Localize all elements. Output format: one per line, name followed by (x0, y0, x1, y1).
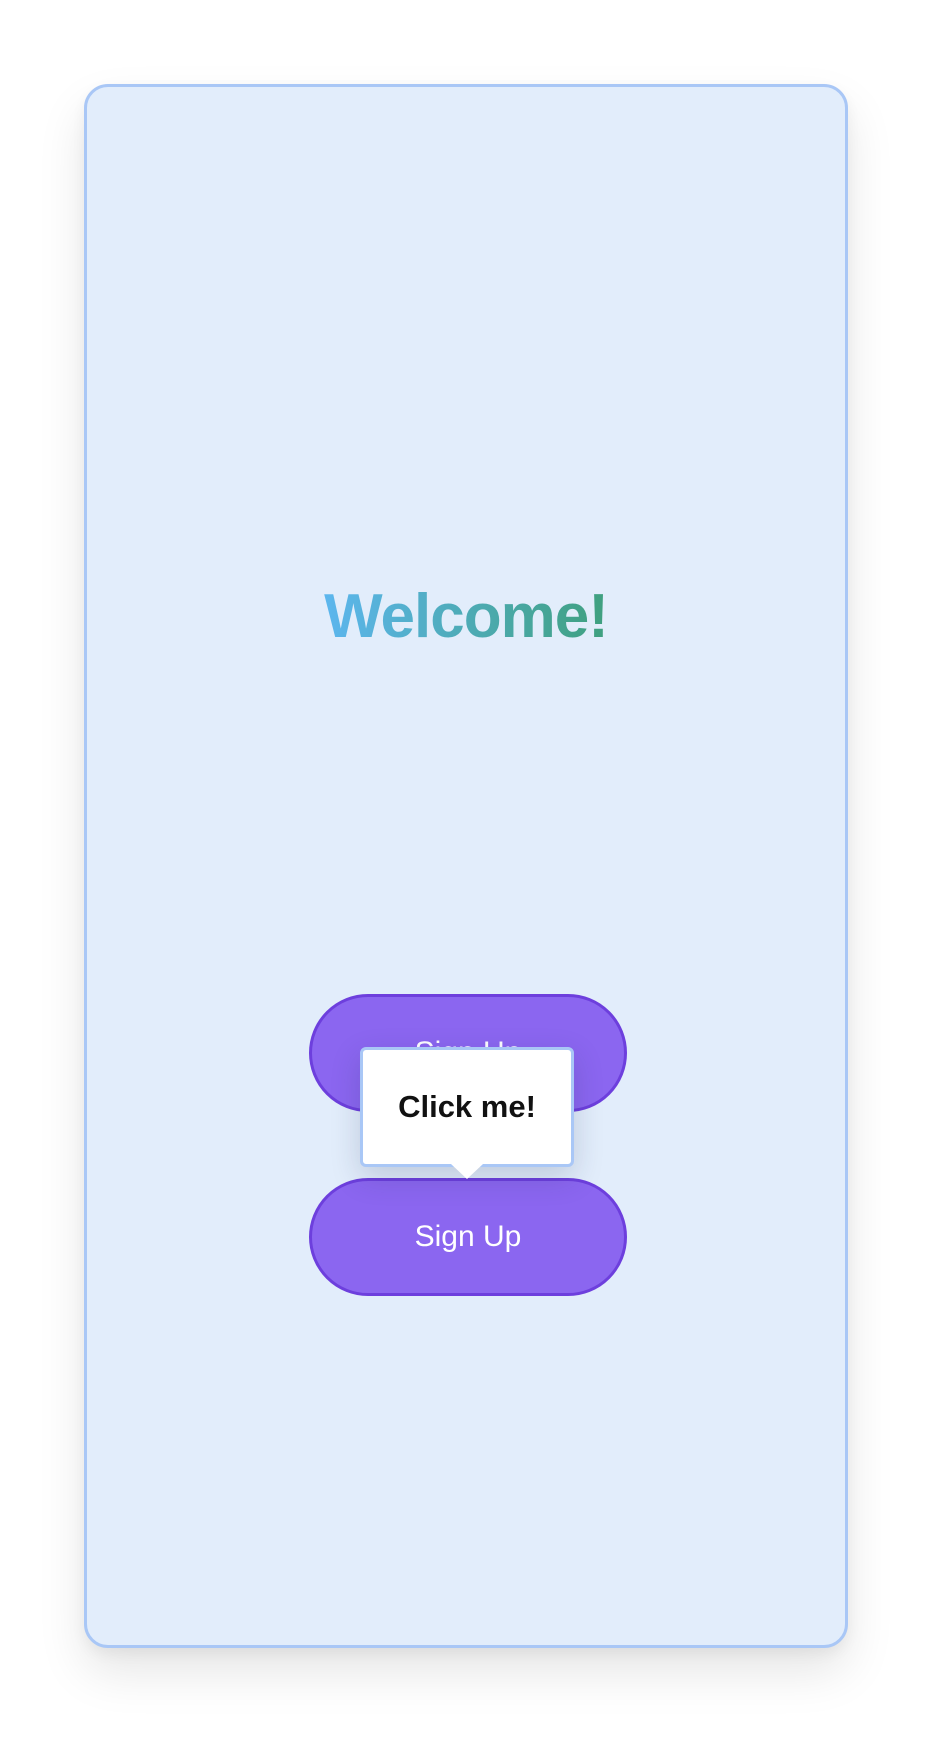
sign-up-button-bottom-label: Sign Up (414, 1220, 522, 1253)
tooltip-arrow (451, 1164, 483, 1179)
tooltip-text: Click me! (398, 1089, 536, 1124)
sign-up-button-bottom[interactable]: Sign Up (309, 1178, 627, 1296)
title-container: Welcome! (87, 567, 845, 666)
welcome-title: Welcome! (324, 567, 609, 666)
welcome-card: Welcome! Sign Up Click me! Sign Up (84, 84, 848, 1648)
tooltip: Click me! (360, 1047, 574, 1179)
